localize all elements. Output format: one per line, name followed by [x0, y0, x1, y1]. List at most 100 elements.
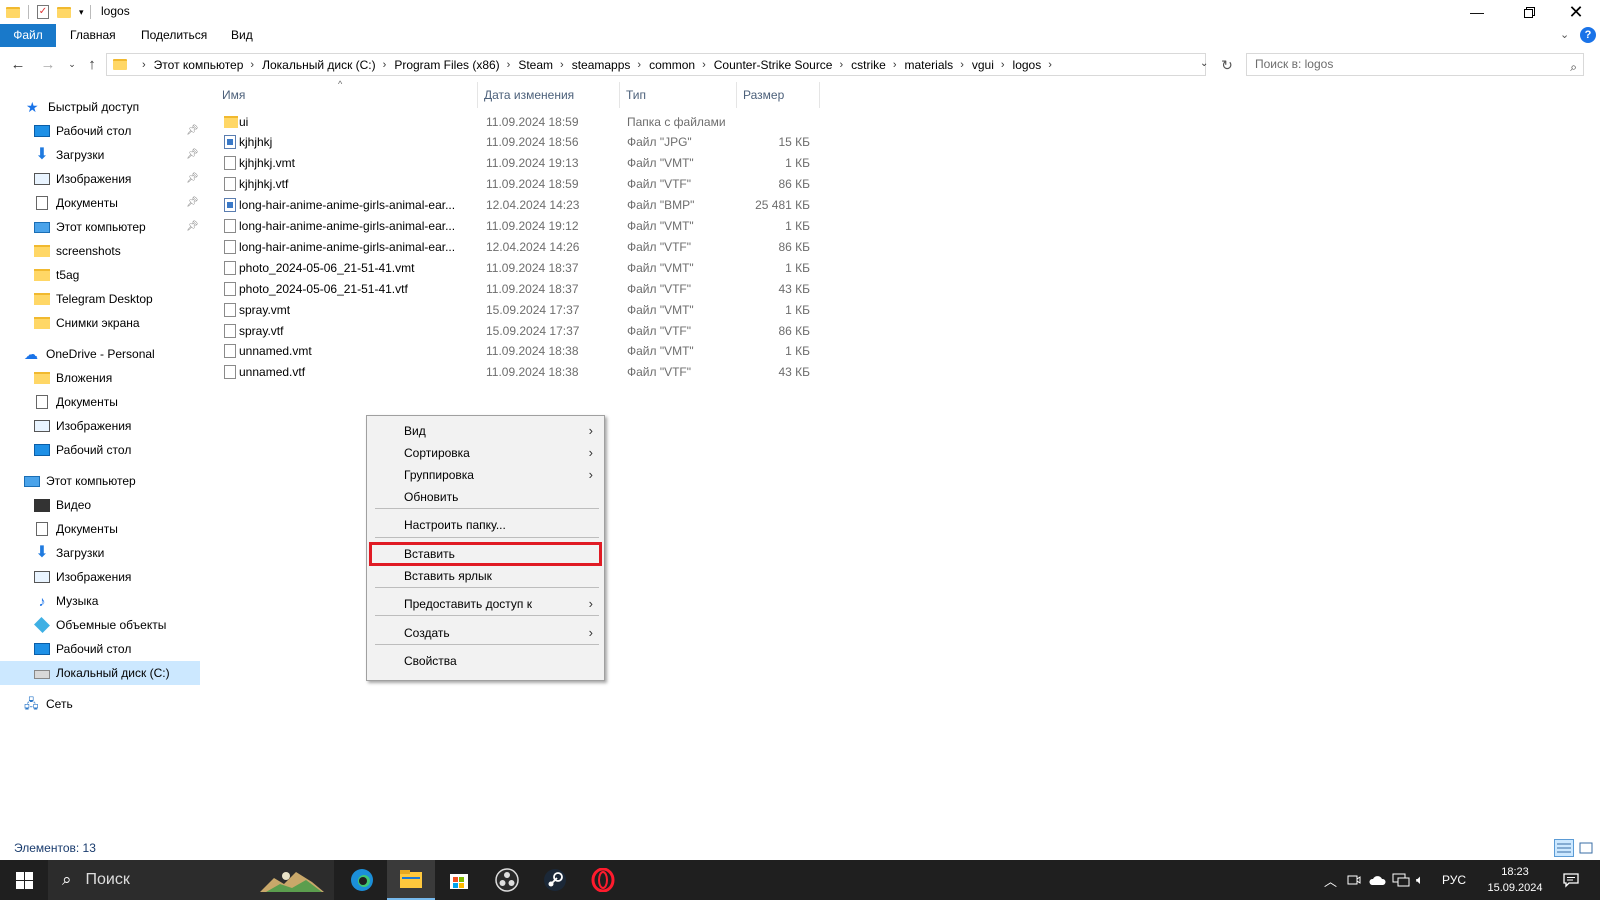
chevron-right-icon[interactable]: › [1001, 59, 1005, 71]
nav-item-pc-3[interactable]: Изображения [0, 565, 200, 589]
tab-file[interactable]: Файл [0, 24, 56, 47]
file-row[interactable]: spray.vmt 15.09.2024 17:37 Файл "VMT" 1 КБ [216, 299, 1026, 320]
file-row[interactable]: unnamed.vmt 11.09.2024 18:38 Файл "VMT" 1 К… [216, 341, 1026, 362]
nav-item-quick-3[interactable]: Документы 📌︎ [0, 191, 200, 215]
breadcrumb-item[interactable]: Program Files (x86) › [394, 58, 518, 72]
breadcrumb-item[interactable]: common › [649, 58, 714, 72]
close-button[interactable]: ✕ [1553, 0, 1599, 24]
details-view-button[interactable] [1554, 839, 1574, 857]
recent-locations-button[interactable]: ⌄ [62, 54, 82, 74]
column-size[interactable]: Размер [737, 82, 820, 108]
menu-item[interactable]: Вставить [369, 542, 602, 566]
menu-item[interactable]: Сортировка › [370, 442, 601, 464]
file-row[interactable]: unnamed.vtf 11.09.2024 18:38 Файл "VTF" 43 … [216, 362, 1026, 383]
taskbar-steam[interactable] [531, 860, 579, 900]
breadcrumb-item[interactable]: Этот компьютер › [154, 58, 262, 72]
language-indicator[interactable]: РУС [1442, 860, 1466, 900]
nav-item-quick-access[interactable]: ★ Быстрый доступ [0, 95, 200, 119]
volume-icon[interactable]: 🔈︎ [1416, 860, 1424, 900]
file-row[interactable]: long-hair-anime-anime-girls-animal-ear..… [216, 236, 1026, 257]
taskbar-search[interactable]: ⌕ Поиск [48, 860, 334, 900]
file-row[interactable]: long-hair-anime-anime-girls-animal-ear..… [216, 216, 1026, 237]
onedrive-tray-icon[interactable] [1368, 860, 1386, 900]
chevron-right-icon[interactable]: › [383, 59, 387, 71]
forward-button[interactable]: → [38, 54, 58, 74]
chevron-right-icon[interactable]: › [250, 59, 254, 71]
tab-share[interactable]: Поделиться [127, 24, 221, 47]
nav-item-quick-5[interactable]: screenshots [0, 239, 200, 263]
column-name[interactable]: Имя [216, 82, 478, 108]
file-row[interactable]: photo_2024-05-06_21-51-41.vtf 11.09.2024 … [216, 278, 1026, 299]
chevron-right-icon[interactable]: › [637, 59, 641, 71]
menu-item[interactable]: Настроить папку... [370, 514, 601, 536]
breadcrumb-item[interactable]: cstrike › [851, 58, 904, 72]
chevron-right-icon[interactable]: › [702, 59, 706, 71]
nav-item-onedrive-3[interactable]: Рабочий стол [0, 438, 200, 462]
refresh-button[interactable]: ↻ [1216, 54, 1238, 76]
file-row[interactable]: photo_2024-05-06_21-51-41.vmt 11.09.2024 … [216, 257, 1026, 278]
large-icons-view-button[interactable] [1576, 839, 1596, 857]
restore-button[interactable] [1506, 0, 1552, 24]
nav-item-onedrive-0[interactable]: Вложения [0, 366, 200, 390]
start-button[interactable] [0, 860, 48, 900]
chevron-right-icon[interactable]: › [893, 59, 897, 71]
file-row[interactable]: kjhjhkj.vmt 11.09.2024 19:13 Файл "VMT" 1 К… [216, 153, 1026, 174]
chevron-right-icon[interactable]: › [960, 59, 964, 71]
nav-item-quick-0[interactable]: Рабочий стол 📌︎ [0, 119, 200, 143]
help-icon[interactable]: ? [1580, 27, 1596, 43]
file-row[interactable]: kjhjhkj.vtf 11.09.2024 18:59 Файл "VTF" 86 … [216, 174, 1026, 195]
properties-icon[interactable]: ✓ [37, 5, 49, 19]
chevron-right-icon[interactable]: › [507, 59, 511, 71]
breadcrumb-item[interactable]: Локальный диск (C:) › [262, 58, 394, 72]
breadcrumb-item[interactable]: vgui › [972, 58, 1013, 72]
nav-item-pc-2[interactable]: ⬇ Загрузки [0, 541, 200, 565]
nav-item-quick-7[interactable]: Telegram Desktop [0, 287, 200, 311]
nav-item-pc-6[interactable]: Рабочий стол [0, 637, 200, 661]
nav-item-quick-8[interactable]: Снимки экрана [0, 311, 200, 335]
new-folder-icon[interactable] [57, 6, 71, 18]
address-dropdown-icon[interactable]: ⌄ [1200, 58, 1208, 69]
breadcrumb-root[interactable]: › [135, 59, 154, 71]
menu-item[interactable]: Вид › [370, 420, 601, 442]
nav-item-pc-1[interactable]: Документы [0, 517, 200, 541]
column-type[interactable]: Тип [620, 82, 737, 108]
breadcrumb-item[interactable]: steamapps › [572, 58, 649, 72]
column-date[interactable]: Дата изменения [478, 82, 620, 108]
breadcrumb-item[interactable]: materials › [905, 58, 972, 72]
nav-item-onedrive[interactable]: ☁ OneDrive - Personal [0, 342, 200, 366]
taskbar-edge[interactable] [338, 860, 386, 900]
file-row[interactable]: long-hair-anime-anime-girls-animal-ear..… [216, 195, 1026, 216]
up-button[interactable]: ↑ [82, 54, 102, 74]
menu-item[interactable]: Предоставить доступ к › [370, 593, 601, 615]
tab-view[interactable]: Вид [217, 24, 267, 47]
clock[interactable]: 18:23 15.09.2024 [1478, 864, 1552, 896]
ribbon-expand-icon[interactable]: ⌄ [1560, 28, 1569, 41]
nav-item-pc-0[interactable]: Видео [0, 493, 200, 517]
breadcrumb-item[interactable]: Counter-Strike Source › [714, 58, 851, 72]
taskbar-opera[interactable] [579, 860, 627, 900]
nav-item-quick-2[interactable]: Изображения 📌︎ [0, 167, 200, 191]
notification-button[interactable] [1554, 860, 1588, 900]
taskbar-obs[interactable] [483, 860, 531, 900]
nav-item-pc-4[interactable]: ♪ Музыка [0, 589, 200, 613]
menu-item[interactable]: Вставить ярлык [370, 565, 601, 587]
nav-item-quick-4[interactable]: Этот компьютер 📌︎ [0, 215, 200, 239]
tab-home[interactable]: Главная [56, 24, 130, 47]
network-icon[interactable] [1392, 860, 1410, 900]
tray-overflow-icon[interactable]: ︿ [1324, 860, 1337, 900]
chevron-right-icon[interactable]: › [1048, 59, 1052, 71]
file-row[interactable]: kjhjhkj 11.09.2024 18:56 Файл "JPG" 15 КБ [216, 132, 1026, 153]
menu-item[interactable]: Создать › [370, 622, 601, 644]
back-button[interactable]: ← [8, 54, 28, 74]
taskbar-store[interactable] [435, 860, 483, 900]
nav-item-quick-6[interactable]: t5ag [0, 263, 200, 287]
menu-item[interactable]: Обновить [370, 486, 601, 508]
search-input[interactable]: Поиск в: logos ⌕ [1246, 53, 1584, 76]
file-row[interactable]: spray.vtf 15.09.2024 17:37 Файл "VTF" 86 КБ [216, 320, 1026, 341]
chevron-right-icon[interactable]: › [560, 59, 564, 71]
qa-customize-icon[interactable]: ▾ [79, 7, 84, 18]
menu-item[interactable]: Группировка › [370, 464, 601, 486]
nav-item-pc-5[interactable]: Объемные объекты [0, 613, 200, 637]
nav-item-onedrive-2[interactable]: Изображения [0, 414, 200, 438]
nav-item-this-pc[interactable]: Этот компьютер [0, 469, 200, 493]
